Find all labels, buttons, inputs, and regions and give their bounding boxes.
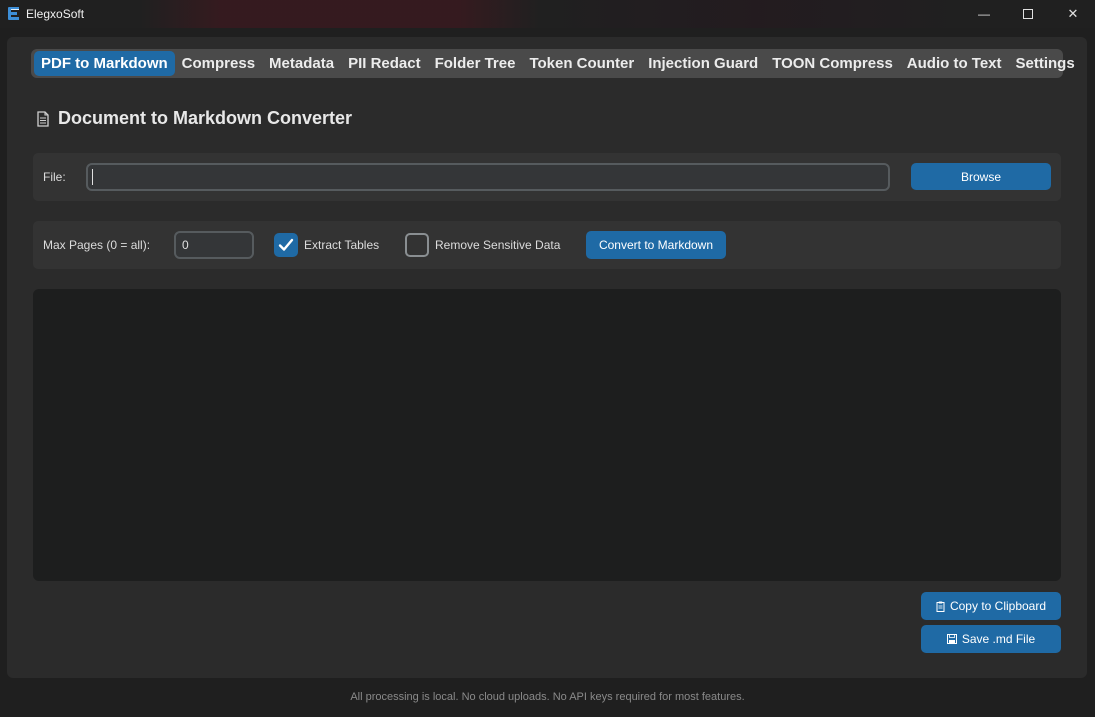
clipboard-icon (936, 601, 945, 612)
max-pages-label: Max Pages (0 = all): (43, 238, 151, 252)
copy-to-clipboard-button[interactable]: Copy to Clipboard (921, 592, 1061, 620)
close-button[interactable]: ✕ (1050, 0, 1095, 28)
file-label: File: (43, 170, 66, 184)
minimize-button[interactable]: — (961, 0, 1007, 28)
tab-settings[interactable]: Settings (1009, 51, 1082, 76)
tab-bar: PDF to Markdown Compress Metadata PII Re… (31, 49, 1075, 78)
extract-tables-checkbox[interactable] (274, 233, 298, 257)
maximize-button[interactable] (1005, 0, 1051, 28)
output-textbox[interactable] (33, 289, 1061, 581)
tab-toon-compress[interactable]: TOON Compress (765, 51, 900, 76)
text-caret (92, 169, 93, 185)
tab-folder-tree[interactable]: Folder Tree (428, 51, 523, 76)
tab-audio-to-text[interactable]: Audio to Text (900, 51, 1009, 76)
save-button-label: Save .md File (961, 632, 1036, 646)
browse-button[interactable]: Browse (911, 163, 1051, 190)
footer-note: All processing is local. No cloud upload… (350, 691, 745, 703)
convert-button[interactable]: Convert to Markdown (586, 231, 726, 259)
tab-metadata[interactable]: Metadata (262, 51, 341, 76)
window-title: ElegxoSoft (26, 7, 85, 21)
page-title-text: Document to Markdown Converter (58, 108, 353, 128)
remove-sensitive-label: Remove Sensitive Data (435, 238, 561, 252)
extract-tables-label: Extract Tables (304, 238, 380, 252)
remove-sensitive-checkbox[interactable] (405, 233, 429, 257)
page-title: Document to Markdown Converter (36, 108, 352, 129)
minimize-icon: — (978, 7, 990, 21)
save-disk-icon (946, 634, 957, 644)
tab-compress[interactable]: Compress (175, 51, 262, 76)
tab-token-counter[interactable]: Token Counter (522, 51, 641, 76)
tab-pdf-to-markdown[interactable]: PDF to Markdown (34, 51, 175, 76)
maximize-icon (1023, 9, 1033, 19)
copy-button-label: Copy to Clipboard (949, 599, 1047, 613)
document-icon (37, 110, 49, 127)
app-logo-icon (8, 7, 19, 20)
title-bar: ElegxoSoft — ✕ (0, 0, 1095, 28)
max-pages-input[interactable] (174, 231, 254, 259)
file-path-input[interactable] (86, 163, 890, 191)
save-md-file-button[interactable]: Save .md File (921, 625, 1061, 653)
close-icon: ✕ (1067, 6, 1079, 21)
tab-pii-redact[interactable]: PII Redact (341, 51, 428, 76)
tab-injection-guard[interactable]: Injection Guard (641, 51, 765, 76)
checkmark-icon (278, 238, 294, 251)
